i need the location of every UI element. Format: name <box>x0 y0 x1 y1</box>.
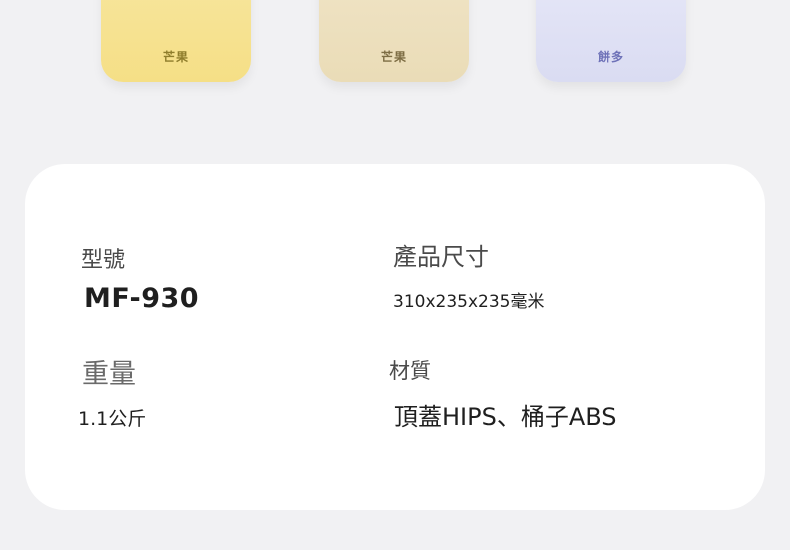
bin-label: 芒果 <box>380 50 407 64</box>
product-bin-yellow: 芒果 <box>101 0 251 82</box>
material-value: 頂蓋HIPS、桶子ABS <box>394 403 617 431</box>
size-label: 產品尺寸 <box>393 243 489 271</box>
weight-label: 重量 <box>82 359 136 390</box>
weight-value: 1.1公斤 <box>78 408 147 430</box>
bin-label: 芒果 <box>162 50 189 64</box>
model-label: 型號 <box>81 248 126 273</box>
product-bin-lavender: 餅多 <box>536 0 686 82</box>
size-value: 310x235x235毫米 <box>393 292 545 312</box>
spec-card: 型號 MF-930 重量 1.1公斤 產品尺寸 310x235x235毫米 材質… <box>25 164 765 510</box>
material-label: 材質 <box>389 359 431 383</box>
bin-label: 餅多 <box>597 50 624 64</box>
model-value: MF-930 <box>84 283 200 314</box>
product-bin-beige: 芒果 <box>319 0 469 82</box>
